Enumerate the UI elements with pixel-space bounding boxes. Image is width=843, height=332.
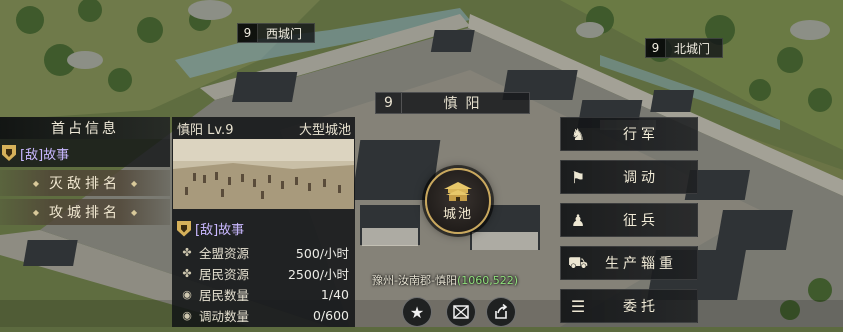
stat-label: 调动数量 [199, 309, 250, 324]
share-icon [495, 304, 508, 319]
action-label: 调动 [623, 170, 659, 186]
dispatch-count-icon: ◉ [182, 309, 192, 322]
stat-row: ◉ 居民数量 1/40 [180, 284, 349, 305]
favorite-button[interactable]: ★ [402, 297, 432, 327]
first-occupy-panel: 首占信息 [敌]故事 灭敌排名 攻城排名 [0, 117, 170, 227]
first-occupy-owner[interactable]: [敌]故事 [0, 139, 170, 167]
delegate-button[interactable]: ☰ 委托 [560, 289, 698, 323]
north-gate-label[interactable]: 9 北城门 [645, 38, 724, 58]
star-icon: ★ [409, 302, 425, 322]
stat-value: 1/40 [320, 287, 349, 302]
stat-label: 全盟资源 [199, 246, 250, 261]
city-owner-name: [敌]故事 [195, 223, 245, 238]
action-label: 委托 [623, 299, 659, 315]
action-label: 生产辎重 [605, 256, 677, 272]
delegate-icon: ☰ [570, 296, 586, 316]
alliance-shield-icon [177, 220, 191, 237]
location-path: 豫州-汝南郡-慎阳 [372, 274, 457, 287]
west-gate-name: 西城门 [266, 26, 303, 41]
recruit-button[interactable]: ♟ 征兵 [560, 203, 698, 237]
dispatch-button[interactable]: ⚑ 调动 [560, 160, 698, 194]
city-name-level: 慎阳 Lv.9 [177, 122, 234, 138]
march-button[interactable]: ♞ 行军 [560, 117, 698, 151]
west-gate-level: 9 [238, 24, 258, 42]
resident-resource-icon: ✤ [182, 267, 192, 280]
stat-value: 2500/小时 [287, 267, 349, 282]
mark-button[interactable] [446, 297, 476, 327]
action-menu: ♞ 行军 ⚑ 调动 ♟ 征兵 ⛟ 生产辎重 ☰ 委托 [560, 117, 698, 332]
produce-supplies-button[interactable]: ⛟ 生产辎重 [560, 246, 698, 280]
supply-cart-icon: ⛟ [567, 252, 589, 272]
stat-row: ✤ 全盟资源 500/小时 [180, 242, 349, 263]
castle-button[interactable]: 城池 [425, 168, 491, 234]
alliance-shield-icon [2, 145, 16, 161]
soldier-icon: ♟ [570, 210, 586, 230]
first-occupy-owner-name: [敌]故事 [20, 147, 70, 163]
city-plate-name: 慎阳 [443, 96, 488, 112]
stat-value: 500/小时 [295, 246, 349, 261]
west-gate-label[interactable]: 9 西城门 [237, 23, 316, 43]
kill-ranking-button[interactable]: 灭敌排名 [0, 170, 170, 196]
city-name-plate[interactable]: 9 慎阳 [375, 92, 530, 114]
city-plate-level: 9 [376, 93, 402, 113]
first-occupy-title: 首占信息 [0, 117, 170, 139]
flag-icon: ⚑ [570, 167, 586, 187]
stat-label: 居民数量 [199, 288, 250, 303]
siege-ranking-button[interactable]: 攻城排名 [0, 199, 170, 225]
stat-label: 居民资源 [199, 267, 250, 282]
horse-icon: ♞ [570, 124, 586, 144]
castle-button-label: 城池 [442, 207, 473, 222]
city-owner[interactable]: [敌]故事 [172, 215, 355, 242]
north-gate-level: 9 [646, 39, 666, 57]
castle-icon [444, 182, 472, 201]
location-coordinates[interactable]: 豫州-汝南郡-慎阳(1060,522) [372, 272, 518, 288]
share-button[interactable] [486, 297, 516, 327]
action-label: 征兵 [623, 213, 659, 229]
resident-count-icon: ◉ [182, 288, 192, 301]
north-gate-name: 北城门 [674, 41, 711, 56]
stat-row: ◉ 调动数量 0/600 [180, 305, 349, 326]
alliance-resource-icon: ✤ [182, 246, 192, 259]
location-coords: (1060,522) [456, 274, 519, 287]
mail-icon [453, 305, 469, 319]
city-info-panel: 慎阳 Lv.9 大型城池 [敌]故事 ✤ 全盟资源 500/小时 ✤ 居民资源 … [172, 117, 355, 327]
stat-value: 0/600 [312, 308, 349, 323]
city-type: 大型城池 [298, 122, 351, 138]
stat-row: ✤ 居民资源 2500/小时 [180, 263, 349, 284]
city-thumbnail [173, 139, 354, 209]
action-label: 行军 [623, 127, 659, 143]
